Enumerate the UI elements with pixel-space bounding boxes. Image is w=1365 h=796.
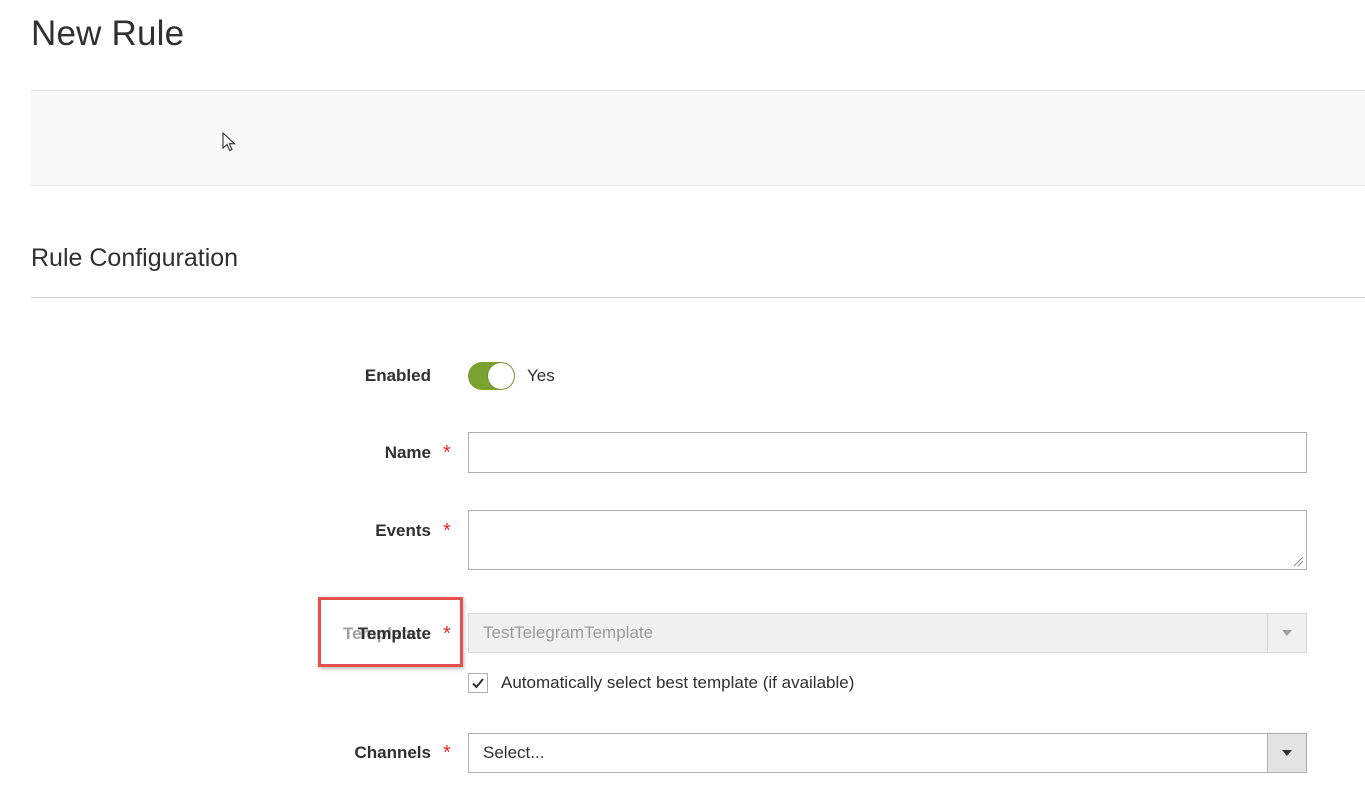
- channels-label: Channels: [354, 743, 431, 762]
- enabled-toggle[interactable]: [468, 362, 515, 390]
- template-selected-value: TestTelegramTemplate: [483, 623, 654, 642]
- events-textarea[interactable]: [468, 510, 1307, 570]
- page-title: New Rule: [31, 14, 185, 53]
- events-required-mark: *: [443, 520, 451, 542]
- name-input[interactable]: [468, 432, 1307, 473]
- section-title: Rule Configuration: [31, 244, 239, 272]
- template-select-arrow: [1267, 614, 1306, 652]
- channels-select-arrow[interactable]: [1267, 734, 1306, 772]
- enabled-toggle-text: Yes: [527, 366, 555, 385]
- template-highlight-annotation: [318, 597, 463, 667]
- chevron-down-icon: [1282, 750, 1292, 756]
- auto-template-checkbox[interactable]: [468, 673, 488, 693]
- section-divider: [31, 297, 1365, 298]
- toggle-knob: [488, 363, 514, 389]
- channels-required-mark: *: [443, 742, 451, 764]
- checkmark-icon: [472, 678, 484, 689]
- template-select: TestTelegramTemplate: [468, 613, 1307, 653]
- channels-selected-value: Select...: [483, 743, 545, 762]
- enabled-label: Enabled: [364, 366, 431, 385]
- name-label: Name: [384, 443, 431, 462]
- events-label: Events: [375, 521, 431, 540]
- chevron-down-icon: [1282, 630, 1292, 636]
- name-required-mark: *: [443, 442, 451, 464]
- auto-template-label[interactable]: Automatically select best template (if a…: [501, 673, 854, 693]
- channels-select[interactable]: Select...: [468, 733, 1307, 773]
- mouse-pointer-icon: [222, 132, 236, 152]
- resize-grip-icon[interactable]: [1292, 555, 1304, 567]
